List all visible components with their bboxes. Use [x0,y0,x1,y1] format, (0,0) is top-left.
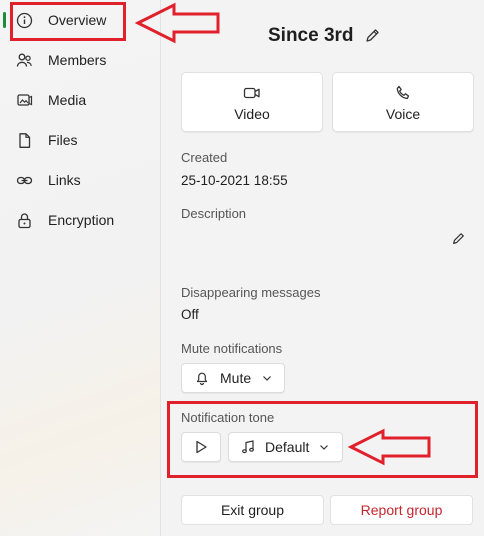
lock-icon [16,212,33,229]
sidebar-item-members[interactable]: Members [0,40,160,80]
link-icon [16,172,33,189]
video-label: Video [234,106,270,122]
play-tone-button[interactable] [181,432,221,462]
chevron-down-icon [319,443,329,451]
exit-group-button[interactable]: Exit group [181,495,324,525]
sidebar-item-label: Overview [48,12,107,28]
sidebar-item-links[interactable]: Links [0,160,160,200]
mute-notifications-label: Mute notifications [181,341,283,356]
annotation-arrow-tone [347,428,433,466]
music-note-icon [240,439,256,455]
annotation-arrow-overview [134,2,222,44]
sidebar-item-label: Links [48,172,81,188]
report-group-button[interactable]: Report group [330,495,473,525]
created-value: 25-10-2021 18:55 [181,173,288,188]
sidebar-item-encryption[interactable]: Encryption [0,200,160,240]
disappearing-messages-value: Off [181,307,199,322]
chevron-down-icon [262,374,272,382]
sidebar-item-label: Members [48,52,107,68]
sidebar: Overview Members Media Files Links Encry… [0,0,161,536]
sidebar-item-label: Encryption [48,212,115,228]
tone-value: Default [265,439,310,455]
notification-tone-label: Notification tone [181,410,275,425]
sidebar-item-files[interactable]: Files [0,120,160,160]
video-call-button[interactable]: Video [181,72,323,132]
page-title: Since 3rd [268,25,354,46]
tone-dropdown[interactable]: Default [228,432,343,462]
play-icon [194,439,209,455]
sidebar-item-label: Media [48,92,87,108]
edit-description-icon[interactable] [451,232,465,246]
sidebar-item-label: Files [48,132,78,148]
voice-call-button[interactable]: Voice [332,72,474,132]
people-icon [16,52,33,69]
bell-icon [194,370,210,386]
description-label: Description [181,206,247,221]
video-camera-icon [243,84,261,102]
voice-label: Voice [385,106,421,122]
disappearing-messages-label: Disappearing messages [181,285,321,300]
file-icon [16,132,33,149]
mute-value: Mute [220,370,252,386]
mute-dropdown[interactable]: Mute [181,363,285,393]
created-label: Created [181,150,228,165]
sidebar-item-media[interactable]: Media [0,80,160,120]
info-icon [16,12,33,29]
edit-pencil-icon[interactable] [364,28,380,44]
media-icon [16,92,33,109]
phone-icon [394,84,412,102]
